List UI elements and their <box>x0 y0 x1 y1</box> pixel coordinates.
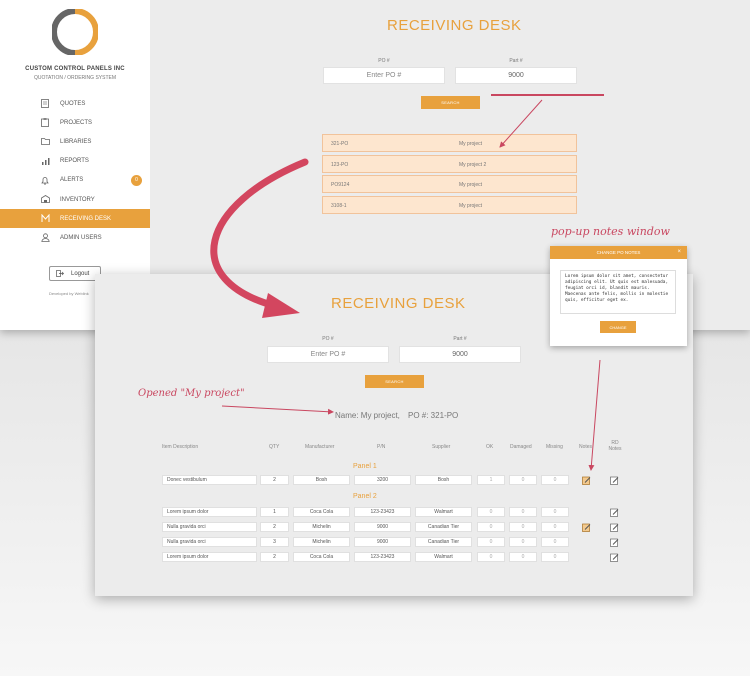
popup-pointer-arrow <box>588 359 601 471</box>
big-arrow-head <box>262 293 300 318</box>
big-curved-arrow <box>210 158 309 310</box>
annotation-arrows <box>210 99 601 471</box>
opened-pointer-arrow <box>221 405 334 415</box>
result-pointer-arrow <box>499 99 543 148</box>
